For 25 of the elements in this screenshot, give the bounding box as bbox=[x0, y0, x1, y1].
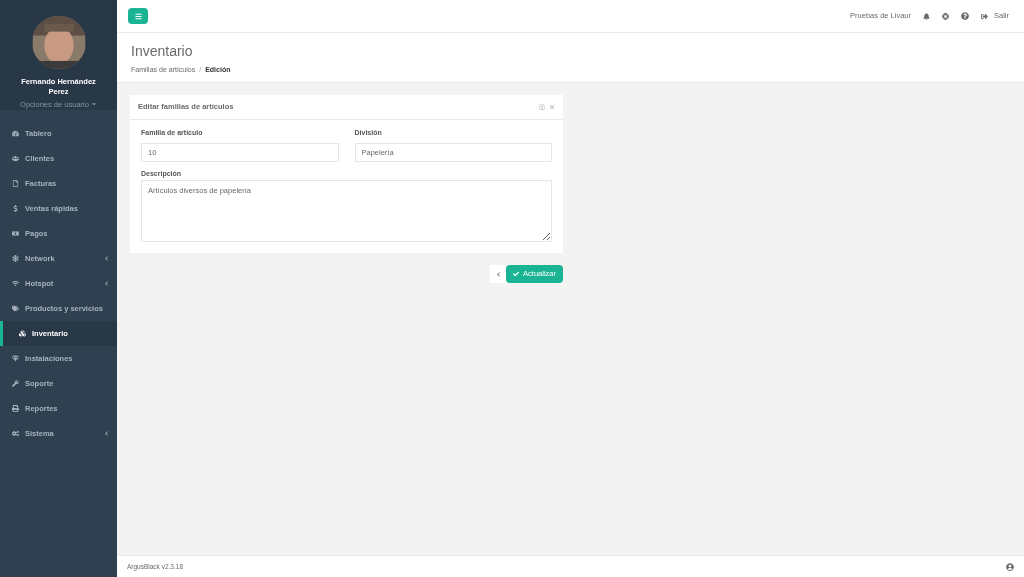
user-icon[interactable] bbox=[1006, 562, 1014, 571]
check-icon bbox=[513, 271, 520, 277]
back-button[interactable] bbox=[490, 265, 507, 283]
wrench-icon bbox=[12, 380, 19, 387]
page-title: Inventario bbox=[131, 42, 194, 60]
logout-icon bbox=[981, 12, 988, 20]
help-icon[interactable] bbox=[961, 12, 969, 20]
wifi-icon bbox=[12, 280, 19, 287]
tags-icon bbox=[12, 305, 19, 312]
file-icon bbox=[12, 180, 19, 187]
notification-icon[interactable] bbox=[923, 12, 930, 20]
cubes-icon bbox=[19, 330, 26, 337]
snowflake-icon bbox=[12, 255, 19, 262]
gauge-icon bbox=[12, 130, 19, 137]
menu-button[interactable] bbox=[128, 8, 148, 24]
menu-icon bbox=[134, 12, 142, 20]
diamond-icon bbox=[12, 355, 19, 362]
users-icon bbox=[12, 155, 19, 162]
lifebuoy-icon[interactable] bbox=[942, 12, 949, 20]
chevron-left-icon bbox=[495, 271, 501, 277]
dollar-icon bbox=[12, 205, 19, 212]
caret-icon bbox=[90, 101, 97, 108]
gears-icon bbox=[12, 430, 19, 437]
printer-icon bbox=[12, 405, 19, 412]
money-icon bbox=[12, 230, 19, 237]
